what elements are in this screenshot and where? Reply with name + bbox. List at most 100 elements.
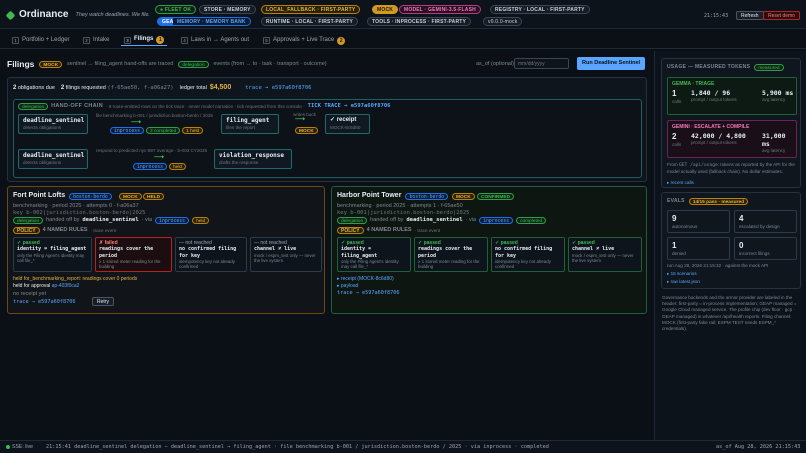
card-handoff: delegation handed off by deadline_sentin… (13, 217, 210, 224)
outcome-tag: held (192, 217, 210, 224)
compile-tokens: 42,000 / 4,800 (691, 132, 746, 140)
card-title: Fort Point Lofts (13, 192, 66, 199)
tab-number: 4 (181, 37, 188, 44)
right-sidebar: USAGE — MEASURED TOKENS measured GEMMA ·… (654, 51, 806, 440)
tab-approvals-trace[interactable]: 5 Approvals + Live Trace 2 (260, 35, 348, 46)
card-key: key b-001|jurisdiction.boston-berdo|2025 (337, 210, 470, 216)
chain-row2-outcomes: inprocess held (133, 163, 187, 170)
due-count: 2 (13, 85, 17, 91)
compile-title: GEMINI · ESCALATE + COMPILE (672, 124, 750, 130)
chain-delegation-tag: delegation (18, 103, 49, 110)
transport-tag: inprocess (155, 217, 190, 224)
policy-tag: POLICY (13, 227, 40, 234)
run-deadline-sentinel-button[interactable]: Run Deadline Sentinel (577, 57, 646, 70)
store-chip: STORE · MEMORY (199, 5, 256, 14)
tab-number: 5 (263, 37, 270, 44)
version-chip: v0.0.0-mock (483, 17, 523, 26)
ordinance-logo-icon (5, 10, 16, 21)
status-event: 21:15:41 deadline_sentinel delegation — … (46, 444, 549, 450)
from-agent-sub: detects obligations (23, 159, 62, 165)
evals-title: EVALS (667, 198, 685, 205)
model-chip: MODEL · GEMINI-3.5-FLASH (399, 5, 481, 14)
card-key: key b-002|jurisdiction.boston-berdo|2025 (13, 210, 146, 216)
rule-channel: ✓ passed channel ≠ live mock / espm_test… (568, 237, 642, 272)
tab-portfolio-ledger[interactable]: 1 Portfolio + Ledger (9, 35, 73, 46)
eval-stat-incorrect: 0 incorrect filings (734, 237, 797, 260)
tab-intake[interactable]: 2 Intake (80, 35, 112, 46)
transport-tag: inprocess (479, 217, 514, 224)
filing-card-fort-point: Fort Point Lofts boston-berdo MOCK HELD … (7, 186, 325, 314)
scenarios-toggle[interactable]: ▸ 15 scenarios (667, 271, 697, 277)
tab-badge: 1 (156, 36, 165, 44)
tab-laws-agents[interactable]: 4 Laws in → Agents out (178, 35, 252, 46)
usage-header: USAGE — MEASURED TOKENS measured (667, 64, 784, 71)
tab-badge: 2 (337, 36, 346, 45)
live-dot-icon (6, 444, 10, 449)
status-badge: HELD (143, 193, 165, 200)
tools-chip: TOOLS · INPROCESS · FIRST-PARTY (367, 17, 472, 26)
card-meta: benchmarking · period 2025 · attempts 1 … (337, 203, 463, 209)
rule-desc: ≥ 1 stored meter reading for the buildin… (99, 258, 161, 269)
rule-name: no confirmed filing for key (495, 246, 553, 259)
chain-row1-outcomes: inprocess 3 completed 1 held (110, 127, 204, 134)
raw-json-toggle[interactable]: ▸ raw latest.json (667, 279, 700, 285)
retry-button[interactable]: Retry (92, 297, 114, 306)
tab-filings[interactable]: 3 Filings 1 (121, 35, 168, 46)
requested-ids: (f-65ae50, f-a06a27) (107, 85, 174, 91)
card-trace-link[interactable]: trace → e597a60f8706 (13, 299, 75, 306)
rule-desc: mock / espm_test only — never the live s… (254, 252, 316, 263)
rule-desc: only the Filing Agent's identity may cal… (17, 252, 85, 263)
jurisdiction-tag: boston-berdo (405, 192, 449, 200)
receipt-mock-tag: MOCK (295, 127, 318, 134)
evals-header: EVALS 14/15 pass · measured (667, 198, 749, 205)
tab-label: Portfolio + Ledger (22, 36, 70, 43)
chain-arrow-icon: ⟶ (154, 154, 165, 161)
delegation-tag: delegation (13, 217, 44, 224)
card-trace-link[interactable]: trace → e597a60f8706 (337, 290, 399, 297)
chain-row1-receipt: ✓ receipt MOCK-8c6d80 (325, 114, 370, 134)
refresh-button[interactable]: Refresh (736, 11, 764, 20)
card-header: Fort Point Lofts boston-berdo (13, 192, 112, 201)
tab-label: Laws in → Agents out (191, 36, 250, 43)
requested-count: 2 (60, 85, 65, 91)
ledger-total: $4,500 (209, 84, 232, 91)
status-bar: SSE: live 21:15:41 deadline_sentinel del… (0, 440, 806, 453)
measured-tag: measured (754, 64, 784, 71)
as-of-date-input[interactable] (514, 58, 569, 69)
held-tag: held (169, 163, 187, 170)
rule-desc: idempotency key not already confirmed (179, 258, 235, 269)
policy-header: POLICY 4 NAMED RULES · trace event (13, 227, 116, 234)
tab-number: 3 (124, 36, 131, 44)
summary-trace-link[interactable]: trace → e597a60f8706 (245, 85, 311, 92)
held-note: held for_benchmarking_report: readings c… (13, 276, 138, 282)
header-clock: 21:15:43 (704, 13, 729, 19)
tick-trace-link[interactable]: TICK TRACE → e597a60f8706 (308, 103, 391, 110)
rule-identity: ✓ passed identity = filing_agent only th… (13, 237, 92, 272)
receipt-sub: MOCK-8c6d80 (330, 124, 361, 130)
reset-demo-button[interactable]: Reset demo (763, 11, 800, 20)
approval-link[interactable]: ap-403f0ca2 (52, 283, 80, 289)
triage-title: GEMMA · TRIAGE (672, 81, 715, 87)
to-agent-name: filing_agent (226, 117, 270, 124)
stat-num: 1 (672, 241, 677, 250)
receipt-toggle[interactable]: ▸ receipt (MOCK-8c6d80) (337, 276, 394, 282)
tab-label: Intake (93, 36, 110, 43)
payload-toggle[interactable]: ▸ payload (337, 283, 358, 289)
rule-name: identity = filing_agent (341, 246, 378, 259)
stat-num: 0 (739, 241, 744, 250)
rule-desc: only the Filing Agent's identity may cal… (341, 258, 399, 269)
stat-label: incorrect filings (739, 251, 770, 256)
compile-latency-label: avg latency (762, 148, 786, 154)
triage-calls-label: calls (672, 99, 682, 104)
handed-label: handed off by (370, 217, 404, 224)
memory-chip: MEMORY · MEMORY BANK (173, 17, 251, 26)
triage-calls: 1 (672, 89, 677, 98)
handoff-chain: delegation HAND-OFF CHAIN · 8 route-emit… (13, 99, 642, 178)
recent-calls-toggle[interactable]: ▸ recent calls (667, 180, 694, 186)
compile-tokens-label: prompt / output tokens (691, 140, 737, 146)
receipt-name: receipt (336, 117, 357, 123)
rule-name: no confirmed filing for key (179, 246, 237, 259)
rules-label: 4 NAMED RULES (366, 227, 412, 234)
tab-number: 2 (83, 37, 90, 44)
from-agent-name: deadline_sentinel (23, 117, 85, 124)
